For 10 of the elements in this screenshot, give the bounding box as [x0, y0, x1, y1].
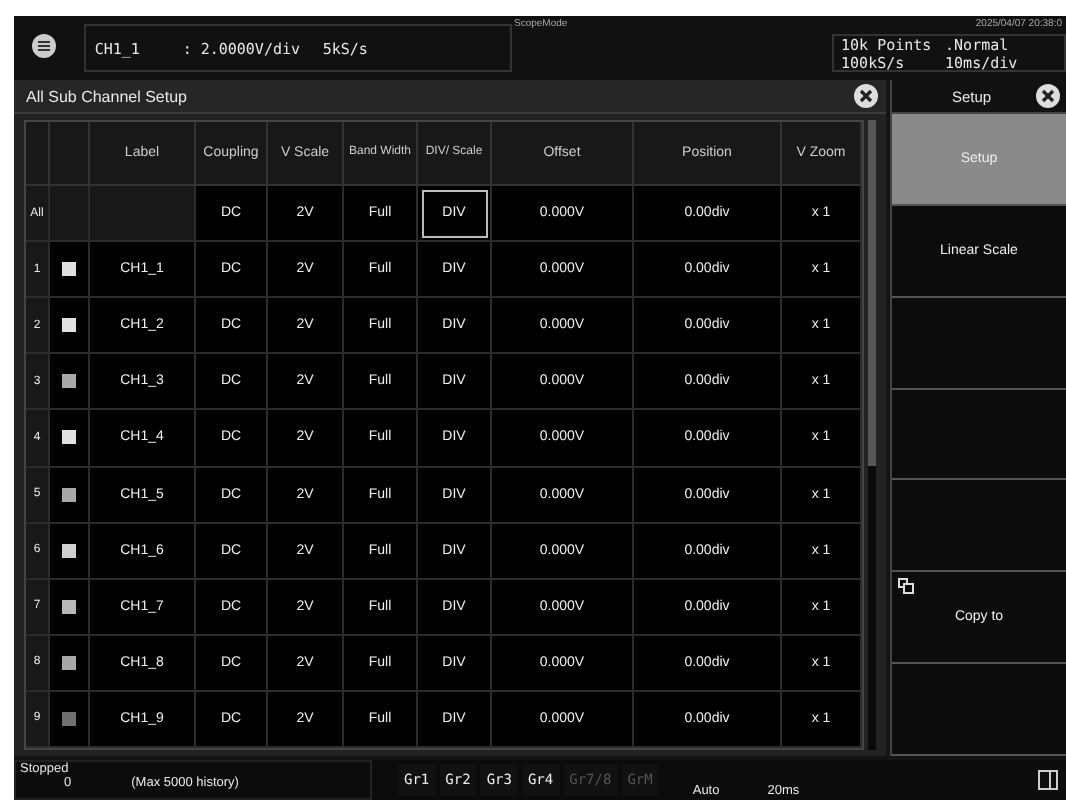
dialog-title: All Sub Channel Setup: [26, 87, 187, 105]
blank-button[interactable]: [892, 480, 1066, 573]
close-button[interactable]: [854, 84, 878, 108]
blank-button[interactable]: [892, 297, 1066, 390]
close-button[interactable]: [1036, 84, 1060, 108]
blank-button[interactable]: [892, 389, 1066, 481]
scrollbar[interactable]: [868, 120, 876, 750]
copy-icon: [898, 578, 914, 595]
blank-button[interactable]: [892, 664, 1066, 757]
panel-icon[interactable]: [1038, 770, 1058, 790]
